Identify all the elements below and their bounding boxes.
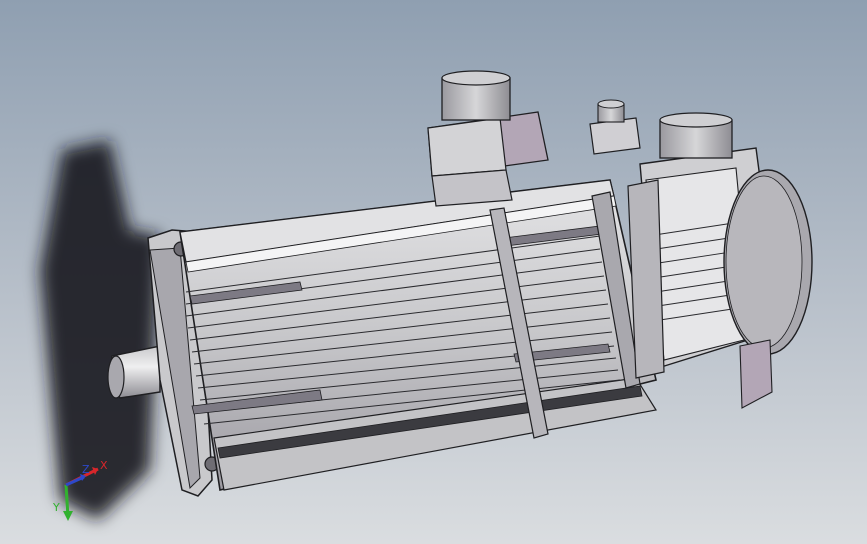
x-axis-label: X — [100, 459, 108, 472]
servo-motor-cad-model[interactable] — [0, 0, 867, 544]
cad-viewport[interactable]: X Y Z — [0, 0, 867, 544]
y-axis-arrow — [63, 484, 73, 521]
y-axis-label: Y — [52, 501, 60, 514]
z-axis-label: Z — [82, 463, 90, 476]
coordinate-triad: X Y Z — [52, 459, 108, 521]
